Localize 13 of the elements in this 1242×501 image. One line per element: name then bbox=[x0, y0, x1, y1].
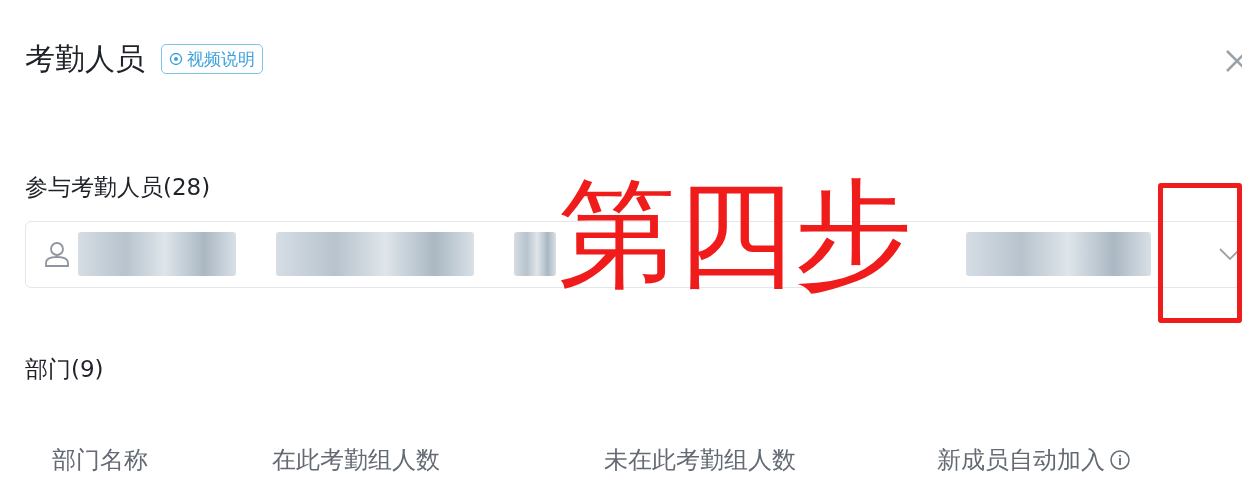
info-icon bbox=[1109, 449, 1131, 472]
dialog-title: 考勤人员 bbox=[25, 44, 145, 75]
column-header: 在此考勤组人数 bbox=[272, 445, 440, 477]
video-guide-button[interactable]: 视频说明 bbox=[161, 44, 263, 75]
annotation-text: 第四步 bbox=[558, 170, 912, 300]
play-circle-icon bbox=[169, 52, 183, 67]
column-header: 部门名称 bbox=[52, 445, 148, 477]
redacted-name bbox=[514, 232, 556, 277]
field-label: 参与考勤人员(28) bbox=[25, 173, 212, 203]
user-icon bbox=[44, 240, 70, 269]
column-header: 新成员自动加入 bbox=[937, 445, 1105, 477]
section-label: 部门(9) bbox=[25, 354, 105, 384]
column-header: 未在此考勤组人数 bbox=[604, 445, 796, 477]
